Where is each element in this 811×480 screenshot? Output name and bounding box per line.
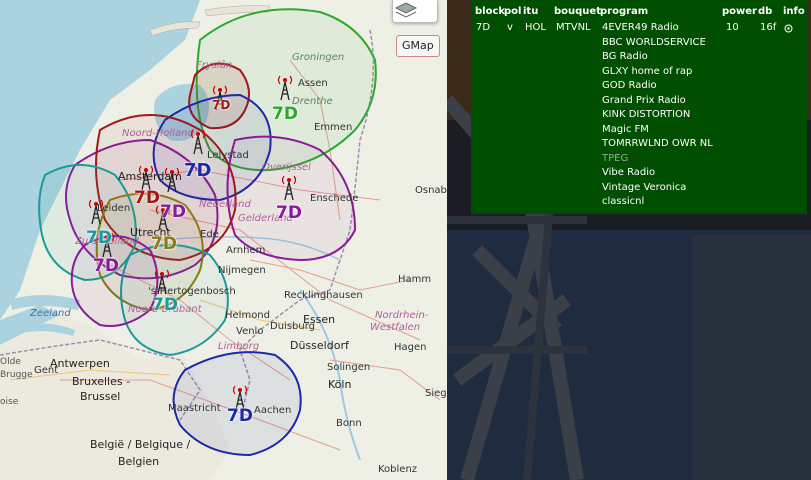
coverage-map[interactable]: Groningen Assen Drenthe Emmen Fryslân Le… <box>0 0 447 480</box>
map-label-brugge: Brugge <box>0 370 33 380</box>
map-label-bonn: Bonn <box>336 418 362 429</box>
map-label-brussel-fr: Bruxelles - <box>72 375 131 388</box>
map-label-leiden: Leiden <box>97 203 131 214</box>
column-header-power[interactable]: power <box>722 6 757 17</box>
map-label-gent: Gent <box>34 365 59 376</box>
map-label-siegen: Siegen <box>425 388 447 399</box>
channel-label: 7D <box>151 234 177 254</box>
map-label-maastricht: Maastricht <box>168 403 221 414</box>
channel-label: 7D <box>160 202 186 222</box>
multiplex-info-panel: block pol itu bouquet program power db i… <box>471 0 807 214</box>
map-label-nordrhein: Nordrhein- <box>375 310 429 321</box>
map-label-koblenz: Koblenz <box>378 464 418 475</box>
cell-bouquet: MTVNL <box>556 22 591 33</box>
channel-label: 7D <box>86 228 112 248</box>
map-label-hamm: Hamm <box>398 274 432 285</box>
program-item: BBC WORLDSERVICE <box>602 36 706 48</box>
map-label-noord-holland: Noord-Holland <box>122 128 194 139</box>
map-label-osnabruck: Osnabrü <box>415 185 447 196</box>
map-label-koln: Köln <box>328 378 352 391</box>
program-item: GOD Radio <box>602 80 657 91</box>
program-item: TPEG <box>602 152 629 164</box>
cell-pol: v <box>507 22 513 33</box>
channel-label: 7D <box>272 104 298 124</box>
column-header-info[interactable]: info <box>783 6 805 17</box>
map-label-lelystad: Lelystad <box>207 150 249 161</box>
map-label-emmen: Emmen <box>314 122 353 133</box>
cell-db: 16f <box>760 22 777 33</box>
column-header-db[interactable]: db <box>758 6 772 17</box>
map-label-friesland: Fryslân <box>196 60 233 71</box>
map-canvas <box>0 0 441 480</box>
map-label-hagen: Hagen <box>394 342 427 353</box>
program-item: Vibe Radio <box>602 167 656 178</box>
program-item: KINK DISTORTION <box>602 109 691 120</box>
map-label-venlo: Venlo <box>236 326 264 337</box>
gmap-button[interactable]: GMap <box>396 35 440 57</box>
info-icon[interactable] <box>784 24 793 36</box>
map-label-brussel-nl: Brussel <box>80 390 121 403</box>
map-label-belgien: Belgien <box>118 455 160 468</box>
channel-label: 7D <box>152 295 178 315</box>
column-header-pol[interactable]: pol <box>504 6 521 17</box>
map-label-amsterdam: Amsterdam <box>118 170 182 183</box>
map-label-helmond: Helmond <box>225 310 270 321</box>
column-header-bouquet[interactable]: bouquet <box>554 6 601 17</box>
map-label-drenthe: Drenthe <box>292 96 333 107</box>
program-item: classicnl <box>602 196 645 207</box>
channel-label: 7D <box>93 256 119 276</box>
map-label-solingen: Solingen <box>327 362 371 373</box>
map-label-nederland: Nederland <box>199 199 251 210</box>
map-label-westfalen: Westfalen <box>370 322 421 333</box>
program-item: Grand Prix Radio <box>602 94 686 106</box>
map-label-zeeland: Zeeland <box>30 308 71 319</box>
channel-label: 7D <box>184 160 212 181</box>
program-item: 4EVER49 Radio <box>602 22 679 33</box>
cell-block: 7D <box>476 22 491 33</box>
map-label-arnhem: Arnhem <box>226 245 266 256</box>
map-label-ede: Ede <box>200 229 219 240</box>
map-label-olde: Olde <box>0 357 21 367</box>
column-header-program[interactable]: program <box>600 6 648 17</box>
map-label-limburg: Limburg <box>218 341 260 352</box>
program-item: Magic FM <box>602 123 649 135</box>
map-label-oise: oise <box>0 397 19 407</box>
map-label-duisburg: Duisburg <box>270 321 315 332</box>
channel-label: 7D <box>227 406 253 426</box>
map-label-groningen: Groningen <box>292 52 345 63</box>
map-label-belgie: België / Belgique / <box>90 438 191 451</box>
layers-icon <box>394 2 418 18</box>
program-item: TOMRRWLND OWR NL <box>602 138 713 149</box>
map-label-enschede: Enschede <box>310 193 359 204</box>
column-header-itu[interactable]: itu <box>523 6 538 17</box>
map-label-dusseldorf: Düsseldorf <box>290 339 349 352</box>
map-label-assen: Assen <box>298 78 328 89</box>
channel-label: 7D <box>134 188 160 208</box>
map-label-recklinghausen: Recklinghausen <box>284 290 363 301</box>
layers-button[interactable] <box>392 0 438 23</box>
cell-itu: HOL <box>525 22 546 33</box>
program-item: GLXY home of rap <box>602 65 693 77</box>
program-item: BG Radio <box>602 51 648 62</box>
map-label-nijmegen: Nijmegen <box>218 265 266 276</box>
channel-label: 7D <box>212 98 231 112</box>
channel-label: 7D <box>276 203 302 223</box>
map-label-antwerpen: Antwerpen <box>50 357 110 370</box>
map-label-aachen: Aachen <box>254 405 292 416</box>
cell-power: 10 <box>726 22 739 33</box>
column-header-block[interactable]: block <box>475 6 505 17</box>
program-item: Vintage Veronica <box>602 181 687 193</box>
map-label-overijssel: Overijssel <box>262 162 311 173</box>
